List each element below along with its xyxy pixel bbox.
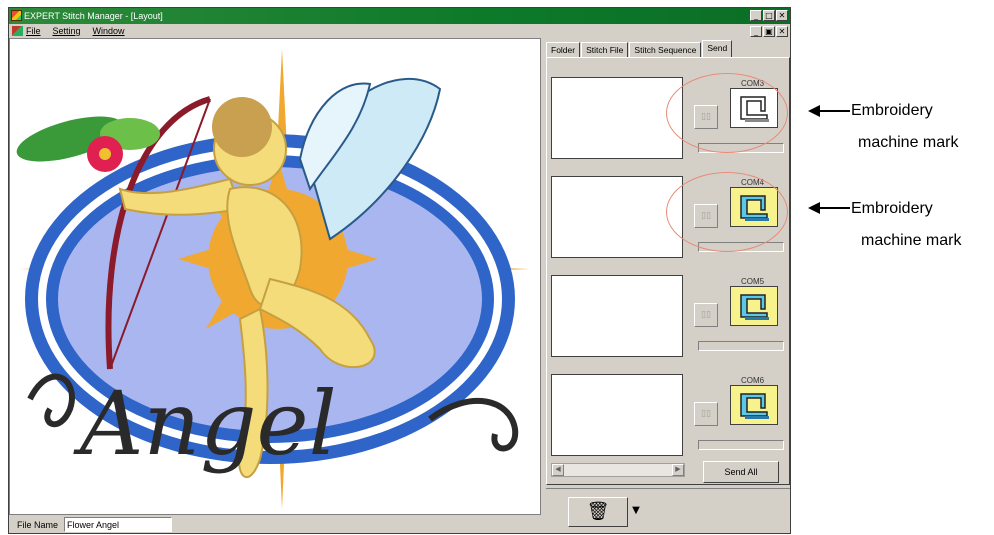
- tab-folder[interactable]: Folder: [546, 42, 581, 58]
- design-preview[interactable]: [551, 374, 683, 456]
- horizontal-scrollbar[interactable]: ◀ ▶: [551, 463, 685, 477]
- menu-setting[interactable]: Setting: [53, 24, 81, 38]
- file-name-label: File Name: [17, 520, 59, 530]
- com-port-label: COM5: [741, 277, 765, 286]
- embroidery-machine-icon[interactable]: [730, 385, 778, 425]
- tab-strip: Folder Stitch File Stitch Sequence Send: [546, 40, 733, 58]
- title-bar: EXPERT Stitch Manager - [Layout] _ □ ✕: [9, 8, 790, 24]
- child-minimize-button[interactable]: _: [750, 26, 762, 37]
- annotation-arrow-line: [818, 110, 850, 112]
- app-icon: [11, 10, 22, 21]
- annotation-line2: machine mark: [858, 134, 959, 151]
- file-name-bar: File Name: [9, 515, 541, 535]
- design-text: Angel: [73, 372, 337, 475]
- tab-stitch-file[interactable]: Stitch File: [581, 42, 629, 58]
- tab-send[interactable]: Send: [702, 40, 733, 58]
- highlight-ellipse: [666, 73, 788, 153]
- design-preview[interactable]: [551, 176, 683, 258]
- annotation-line2: machine mark: [861, 232, 962, 249]
- tab-stitch-sequence[interactable]: Stitch Sequence: [629, 42, 702, 58]
- child-close-button[interactable]: ✕: [776, 26, 788, 37]
- minimize-button[interactable]: _: [750, 10, 762, 21]
- menu-bar: File Setting Window: [9, 24, 790, 38]
- send-signal-icon[interactable]: ▯▯: [694, 303, 718, 327]
- design-preview[interactable]: [551, 77, 683, 159]
- child-restore-button[interactable]: ▣: [763, 26, 775, 37]
- app-window: EXPERT Stitch Manager - [Layout] _ □ ✕ F…: [8, 7, 791, 534]
- annotation-arrow-line: [818, 207, 850, 209]
- embroidery-machine-icon[interactable]: [730, 286, 778, 326]
- close-button[interactable]: ✕: [776, 10, 788, 21]
- progress-bar: [698, 440, 784, 450]
- machine-slot-com6: ▯▯ COM6: [551, 374, 787, 466]
- design-preview[interactable]: [551, 275, 683, 357]
- file-name-input[interactable]: [64, 517, 172, 532]
- scroll-right-icon[interactable]: ▶: [672, 464, 684, 476]
- cherub-hair: [212, 97, 272, 157]
- embroidery-design: Angel: [16, 49, 530, 509]
- dropdown-arrow-icon[interactable]: ▼: [628, 497, 644, 527]
- progress-bar: [698, 341, 784, 351]
- machine-slot-com5: ▯▯ COM5: [551, 275, 787, 367]
- send-signal-icon[interactable]: ▯▯: [694, 402, 718, 426]
- annotation-line1: Embroidery: [851, 102, 933, 119]
- trash-icon[interactable]: 🗑: [568, 497, 628, 527]
- menu-window[interactable]: Window: [93, 24, 125, 38]
- window-title: EXPERT Stitch Manager - [Layout]: [24, 11, 163, 21]
- highlight-ellipse: [666, 172, 788, 252]
- send-all-button[interactable]: Send All: [703, 461, 779, 483]
- maximize-button[interactable]: □: [763, 10, 775, 21]
- scroll-left-icon[interactable]: ◀: [552, 464, 564, 476]
- annotation-line1: Embroidery: [851, 200, 933, 217]
- layout-canvas[interactable]: Angel: [9, 38, 541, 515]
- bottom-toolbar: 🗑 ▼: [546, 488, 790, 532]
- com-port-label: COM6: [741, 376, 765, 385]
- menu-file[interactable]: File: [26, 24, 41, 38]
